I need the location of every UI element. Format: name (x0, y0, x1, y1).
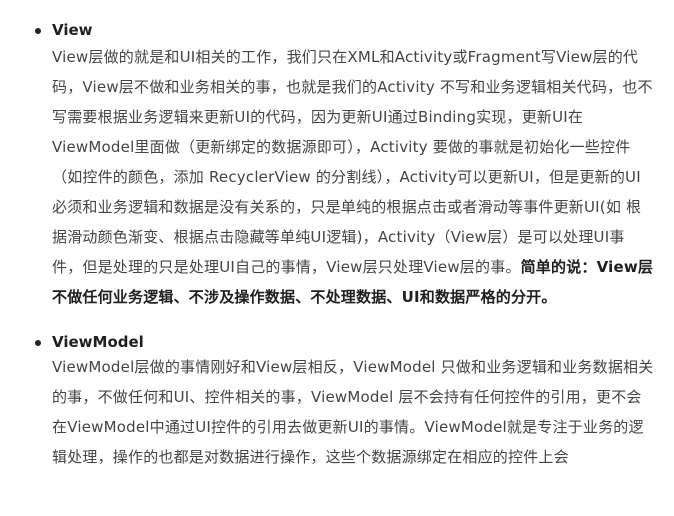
bullet-icon (35, 340, 41, 346)
section-title: View (52, 21, 93, 39)
bullet-icon (35, 28, 41, 34)
body-text: ViewModel层做的事情刚好和View层相反，ViewModel 只做和业务… (52, 358, 654, 466)
section-title: ViewModel (52, 333, 144, 351)
body-text: View层做的就是和UI相关的工作，我们只在XML和Activity或Fragm… (52, 48, 653, 276)
section-list: View View层做的就是和UI相关的工作，我们只在XML和Activity或… (0, 0, 674, 472)
list-item-view: View View层做的就是和UI相关的工作，我们只在XML和Activity或… (0, 0, 674, 312)
section-body: View层做的就是和UI相关的工作，我们只在XML和Activity或Fragm… (52, 42, 654, 312)
section-body: ViewModel层做的事情刚好和View层相反，ViewModel 只做和业务… (52, 352, 654, 472)
list-item-viewmodel: ViewModel ViewModel层做的事情刚好和View层相反，ViewM… (0, 312, 674, 472)
article-page: View View层做的就是和UI相关的工作，我们只在XML和Activity或… (0, 0, 674, 516)
